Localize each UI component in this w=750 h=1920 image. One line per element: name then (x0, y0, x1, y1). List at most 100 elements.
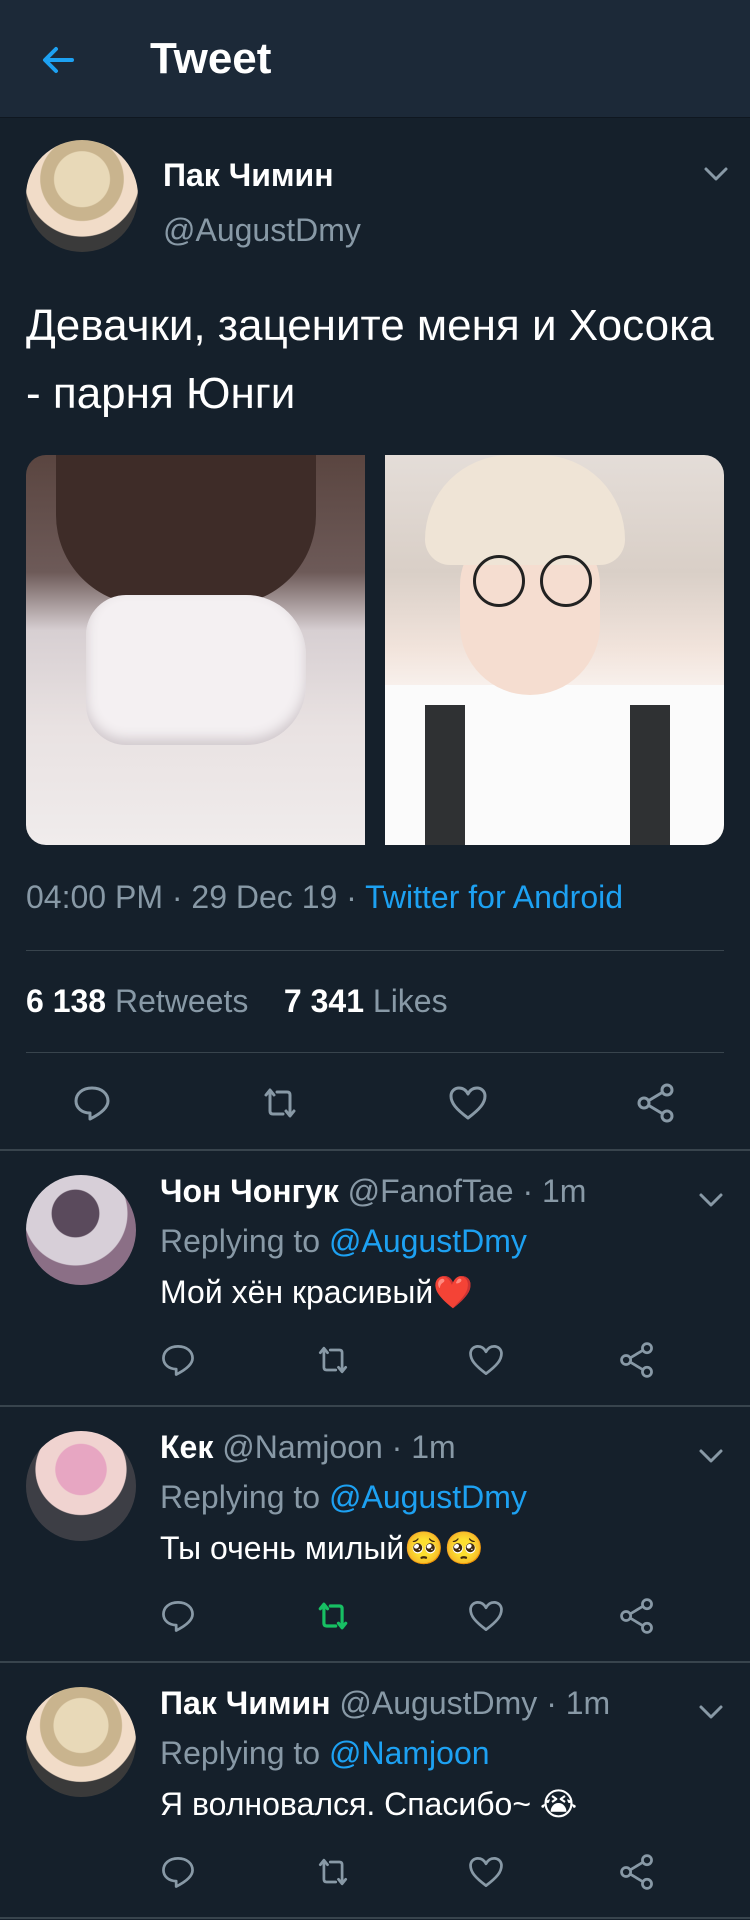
page-title: Tweet (150, 34, 272, 83)
tweet-photo-1[interactable] (26, 455, 365, 845)
chevron-down-icon[interactable] (698, 1447, 724, 1465)
replying-label: Replying to (160, 1223, 321, 1259)
author-handle[interactable]: @AugustDmy (163, 212, 361, 249)
photo-content (425, 455, 625, 565)
reply-time: 1m (411, 1429, 456, 1465)
share-button[interactable] (634, 1081, 678, 1125)
reply-header: Кек @Namjoon · 1m (160, 1429, 456, 1466)
replying-label: Replying to (160, 1735, 321, 1771)
reply-tweet[interactable]: Кек @Namjoon · 1m Replying to @AugustDmy… (0, 1407, 750, 1661)
chevron-down-icon[interactable] (698, 1703, 724, 1721)
tweet-date: 29 Dec 19 (191, 879, 338, 915)
retweet-button[interactable] (258, 1081, 302, 1125)
reply-text: Мой хён красивый❤️ (160, 1273, 473, 1311)
separator: · (522, 1173, 534, 1209)
like-button[interactable] (446, 1081, 490, 1125)
reply-author-name[interactable]: Чон Чонгук (160, 1173, 339, 1209)
author-name[interactable]: Пак Чимин (163, 157, 334, 194)
reply-author-name[interactable]: Пак Чимин (160, 1685, 331, 1721)
like-button[interactable] (466, 1852, 506, 1892)
share-icon (620, 1598, 653, 1634)
pleading-face-emoji-icon: 🥺🥺 (404, 1530, 484, 1566)
like-button[interactable] (466, 1596, 506, 1636)
reply-button[interactable] (158, 1852, 198, 1892)
avatar[interactable] (26, 1431, 136, 1541)
share-button[interactable] (617, 1852, 657, 1892)
photo-content (540, 555, 592, 607)
retweets-stat[interactable]: 6 138 Retweets (26, 983, 248, 1019)
share-button[interactable] (617, 1596, 657, 1636)
comment-icon (162, 1601, 194, 1632)
photo-content (425, 705, 465, 845)
like-button[interactable] (466, 1340, 506, 1380)
crying-face-emoji-icon: 😭 (539, 1786, 578, 1822)
reply-button[interactable] (70, 1081, 114, 1125)
reply-time: 1m (565, 1685, 611, 1721)
share-button[interactable] (617, 1340, 657, 1380)
reply-author-handle[interactable]: @FanofTae (348, 1173, 514, 1209)
reply-author-handle[interactable]: @AugustDmy (339, 1685, 537, 1721)
chevron-down-icon[interactable] (703, 165, 729, 183)
retweet-button-active[interactable] (313, 1596, 353, 1636)
reply-body: Ты очень милый (160, 1530, 405, 1566)
replying-to: Replying to @Namjoon (160, 1735, 490, 1772)
share-icon (620, 1854, 653, 1890)
divider (26, 950, 724, 951)
reply-text: Я волновался. Спасибо~ 😭 (160, 1785, 577, 1823)
replying-label: Replying to (160, 1479, 321, 1515)
comment-icon (74, 1086, 110, 1121)
heart-icon (469, 1601, 503, 1631)
separator: · (391, 1429, 403, 1465)
divider (0, 1917, 750, 1919)
chevron-down-icon[interactable] (698, 1191, 724, 1209)
reply-button[interactable] (158, 1596, 198, 1636)
reply-tweet[interactable]: Чон Чонгук @FanofTae · 1m Replying to @A… (0, 1151, 750, 1405)
avatar[interactable] (26, 1687, 136, 1797)
retweet-button[interactable] (313, 1852, 353, 1892)
likes-stat[interactable]: 7 341 Likes (284, 983, 448, 1019)
reply-body: Я волновался. Спасибо~ (160, 1786, 540, 1822)
avatar[interactable] (26, 140, 138, 252)
tweet-meta: 04:00 PM · 29 Dec 19 · Twitter for Andro… (26, 879, 623, 916)
reply-author-name[interactable]: Кек (160, 1429, 213, 1465)
reply-time: 1m (541, 1173, 587, 1209)
reply-body: Мой хён красивый (160, 1274, 434, 1310)
replying-to-link[interactable]: @Namjoon (329, 1735, 490, 1771)
share-icon (637, 1083, 674, 1123)
reply-button[interactable] (158, 1340, 198, 1380)
separator: · (171, 879, 183, 915)
tweet-time: 04:00 PM (26, 879, 163, 915)
retweet-icon (318, 1602, 348, 1630)
back-button[interactable] (38, 40, 78, 80)
replying-to-link[interactable]: @AugustDmy (329, 1479, 527, 1515)
photo-content (473, 555, 525, 607)
heart-icon (469, 1345, 503, 1375)
retweet-icon (318, 1858, 348, 1886)
retweet-button[interactable] (313, 1340, 353, 1380)
comment-icon (162, 1345, 194, 1376)
arrow-left-icon (43, 47, 74, 73)
retweet-icon (264, 1088, 296, 1118)
heart-icon (449, 1086, 487, 1120)
tweet-stats: 6 138 Retweets 7 341 Likes (26, 983, 448, 1020)
share-icon (620, 1342, 653, 1378)
divider (26, 1052, 724, 1053)
separator: · (346, 879, 357, 915)
comment-icon (162, 1857, 194, 1888)
reply-tweet[interactable]: Пак Чимин @AugustDmy · 1m Replying to @N… (0, 1663, 750, 1917)
avatar[interactable] (26, 1175, 136, 1285)
top-bar: Tweet (0, 0, 750, 117)
reply-text: Ты очень милый🥺🥺 (160, 1529, 484, 1567)
reply-header: Чон Чонгук @FanofTae · 1m (160, 1173, 586, 1210)
retweet-icon (318, 1346, 348, 1374)
separator: · (546, 1685, 557, 1721)
reply-author-handle[interactable]: @Namjoon (222, 1429, 383, 1465)
retweets-label: Retweets (114, 983, 249, 1019)
replying-to-link[interactable]: @AugustDmy (329, 1223, 527, 1259)
tweet-source-link[interactable]: Twitter for Android (365, 879, 623, 915)
likes-count: 7 341 (283, 983, 364, 1019)
heart-emoji-icon: ❤️ (433, 1274, 474, 1310)
heart-icon (469, 1857, 503, 1887)
tweet-photo-2[interactable] (385, 455, 724, 845)
likes-label: Likes (372, 983, 448, 1019)
